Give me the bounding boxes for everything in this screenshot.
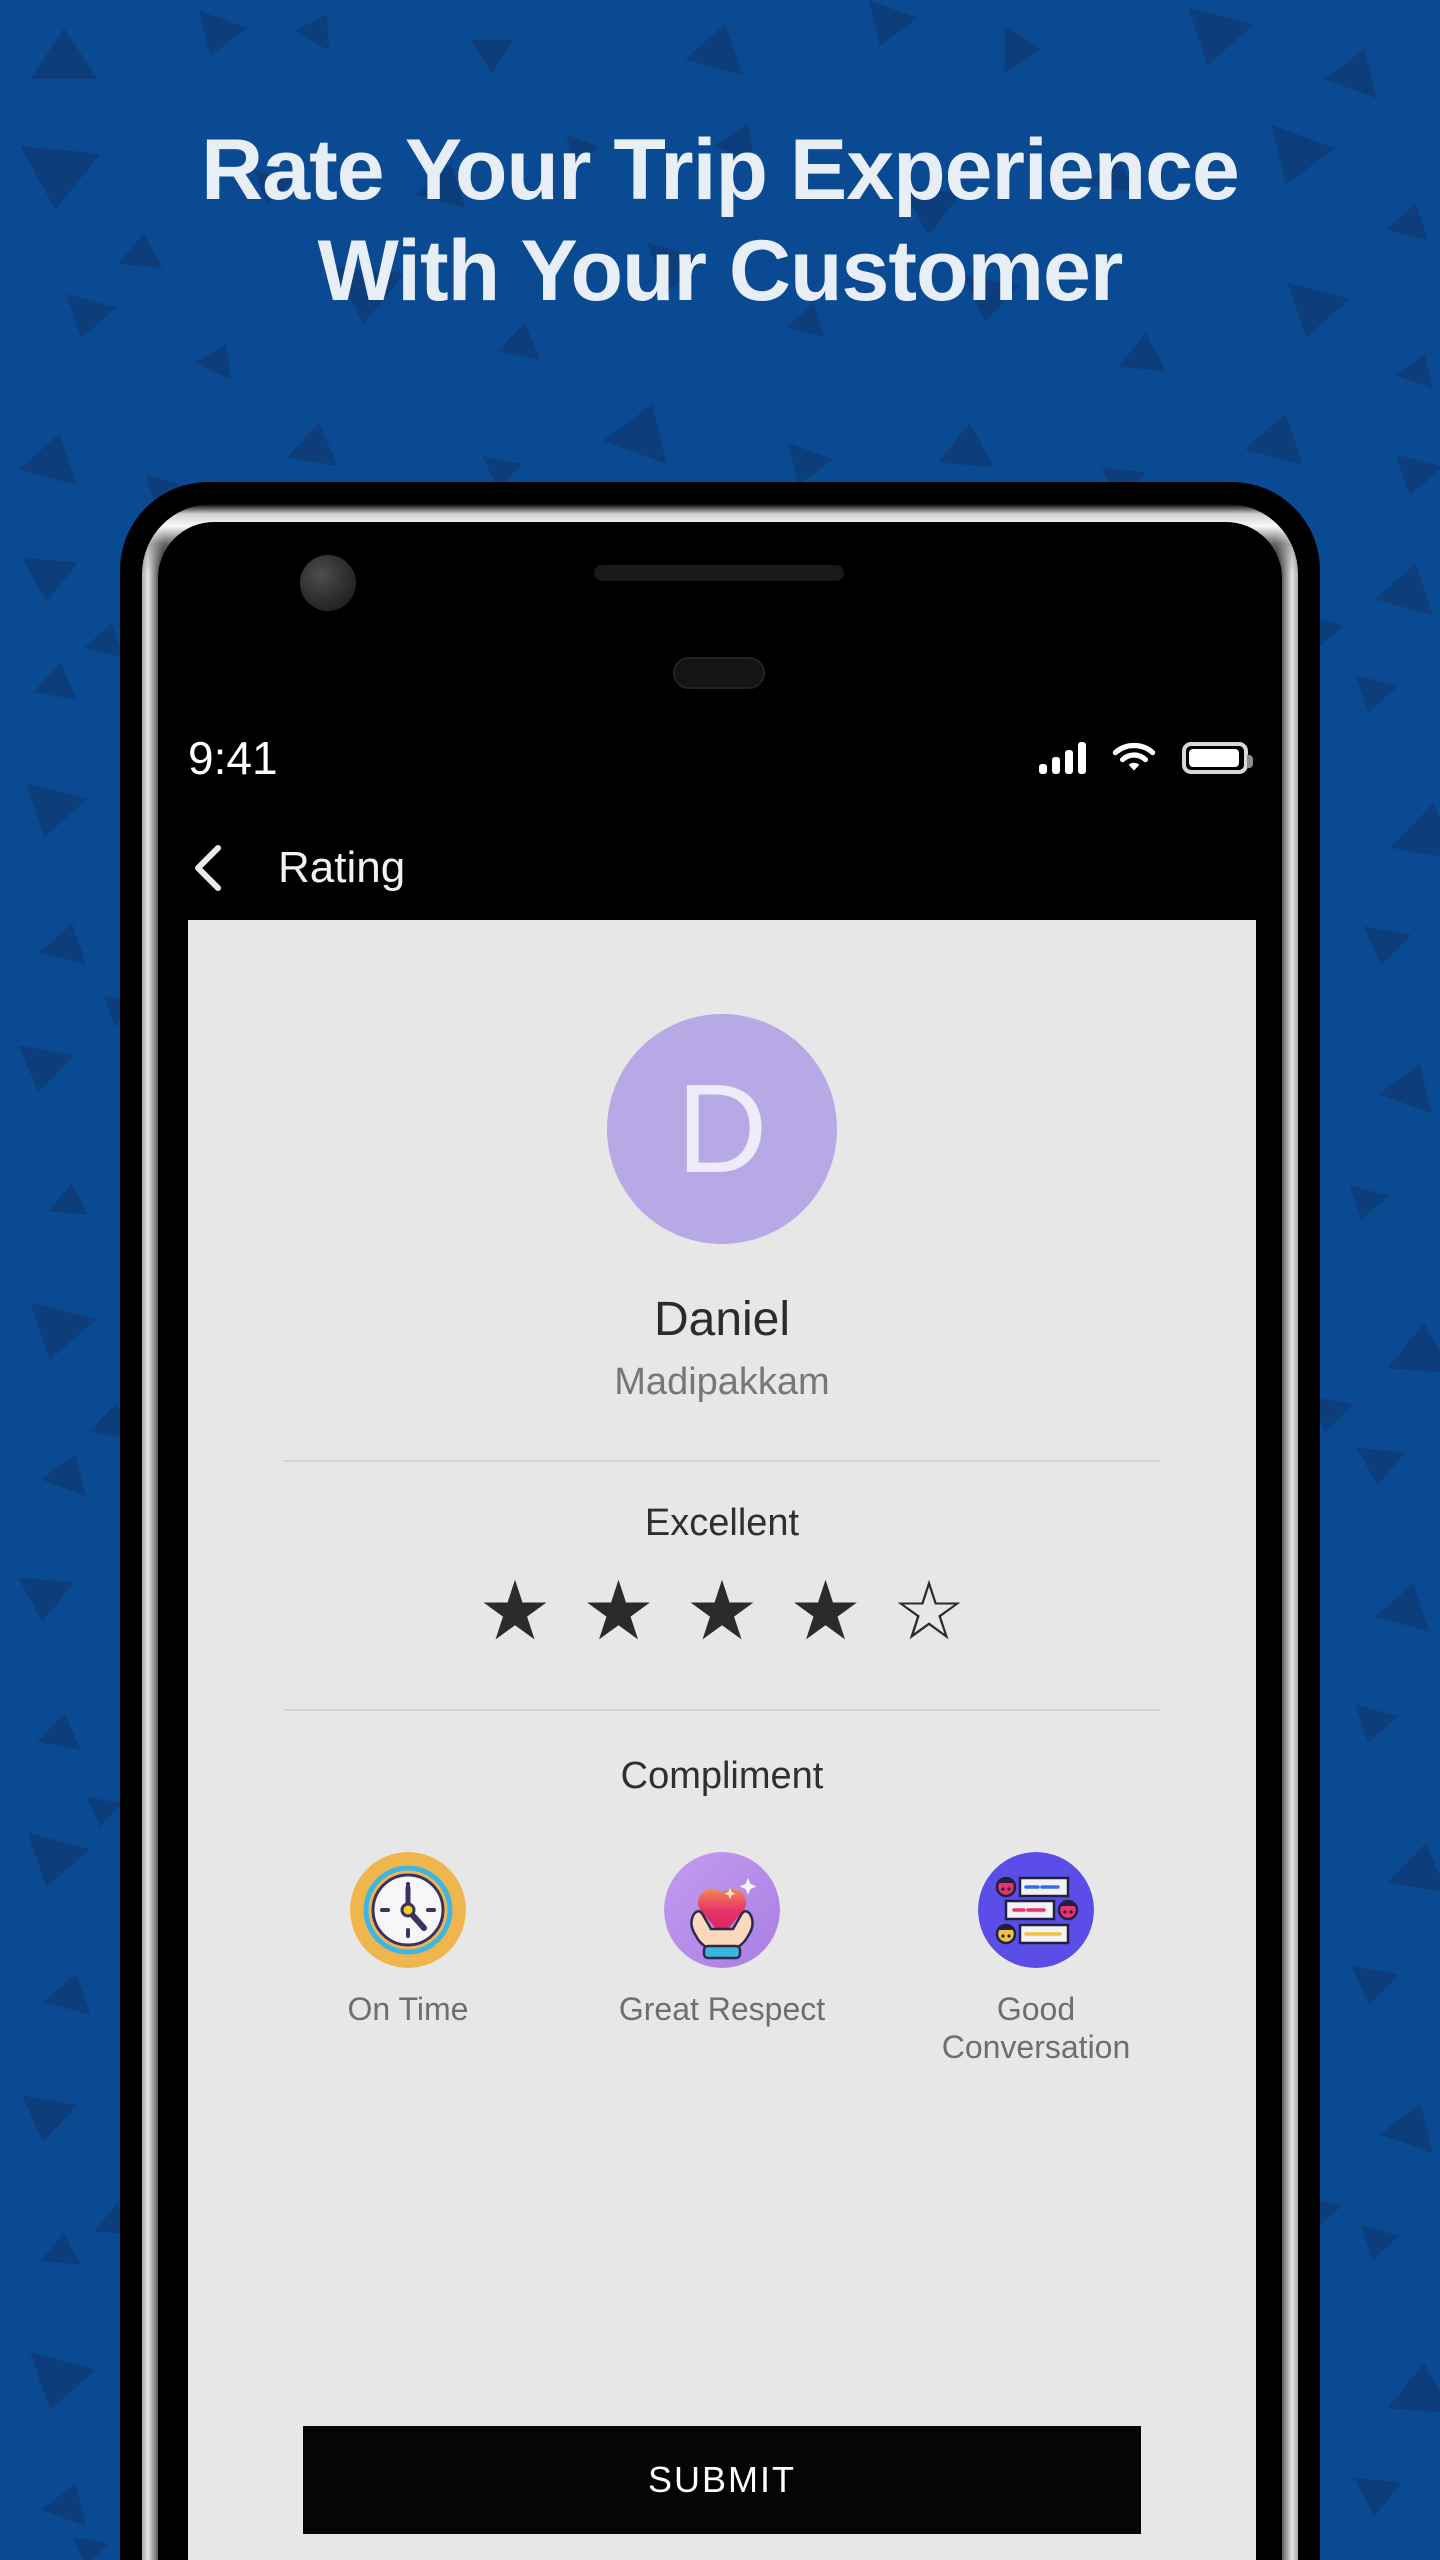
- nav-title: Rating: [278, 843, 406, 892]
- compliment-section: Compliment On Time Great Respect Good Conv…: [188, 1711, 1256, 2067]
- status-time: 9:41: [188, 732, 278, 784]
- star-filled-icon[interactable]: ★: [582, 1571, 656, 1653]
- chat-messages-icon[interactable]: [978, 1852, 1094, 1968]
- status-icons: [1039, 739, 1256, 778]
- compliment-label: Compliment: [620, 1755, 824, 1797]
- promo-page: Rate Your Trip Experience With Your Cust…: [0, 0, 1440, 2560]
- sensor-pill: [673, 657, 765, 689]
- front-camera-icon: [300, 555, 356, 611]
- submit-button[interactable]: SUBMIT: [303, 2426, 1141, 2534]
- compliment-option[interactable]: On Time: [293, 1852, 523, 2067]
- back-button[interactable]: [188, 840, 228, 896]
- rating-label: Excellent: [644, 1502, 800, 1544]
- star-empty-icon[interactable]: ☆: [892, 1571, 966, 1653]
- status-bar: 9:41: [188, 718, 1256, 798]
- page-title: Rate Your Trip Experience With Your Cust…: [0, 120, 1440, 323]
- compliment-option[interactable]: Good Conversation: [921, 1852, 1151, 2067]
- star-rating[interactable]: ★ ★ ★ ★ ☆: [188, 1571, 1256, 1653]
- submit-area: SUBMIT: [188, 2426, 1256, 2560]
- avatar: D: [607, 1014, 837, 1244]
- compliment-caption: Good Conversation: [941, 1991, 1131, 2066]
- compliment-caption: On Time: [347, 1991, 469, 2027]
- wifi-icon: [1112, 739, 1156, 778]
- headline-line-1: Rate Your Trip Experience: [201, 122, 1240, 218]
- star-filled-icon[interactable]: ★: [478, 1571, 552, 1653]
- star-filled-icon[interactable]: ★: [685, 1571, 759, 1653]
- compliment-option[interactable]: Great Respect: [607, 1852, 837, 2067]
- earpiece-speaker: [594, 565, 844, 581]
- profile-location: Madipakkam: [614, 1361, 830, 1403]
- profile-section: D Daniel Madipakkam: [188, 920, 1256, 1404]
- compliment-caption: Great Respect: [618, 1991, 826, 2027]
- clock-icon[interactable]: [350, 1852, 466, 1968]
- profile-name: Daniel: [653, 1293, 791, 1346]
- cellular-signal-icon: [1039, 742, 1086, 774]
- compliment-options: On Time Great Respect Good Conversation: [188, 1852, 1256, 2067]
- rating-screen: D Daniel Madipakkam Excellent ★ ★ ★ ★ ☆ Comp…: [188, 920, 1256, 2560]
- battery-icon: [1182, 742, 1253, 774]
- rating-section: Excellent ★ ★ ★ ★ ☆: [188, 1462, 1256, 1653]
- star-filled-icon[interactable]: ★: [789, 1571, 863, 1653]
- heart-in-hands-icon[interactable]: [664, 1852, 780, 1968]
- headline-line-2: With Your Customer: [317, 223, 1124, 320]
- chevron-left-icon: [195, 845, 221, 891]
- nav-bar: Rating: [188, 820, 1256, 916]
